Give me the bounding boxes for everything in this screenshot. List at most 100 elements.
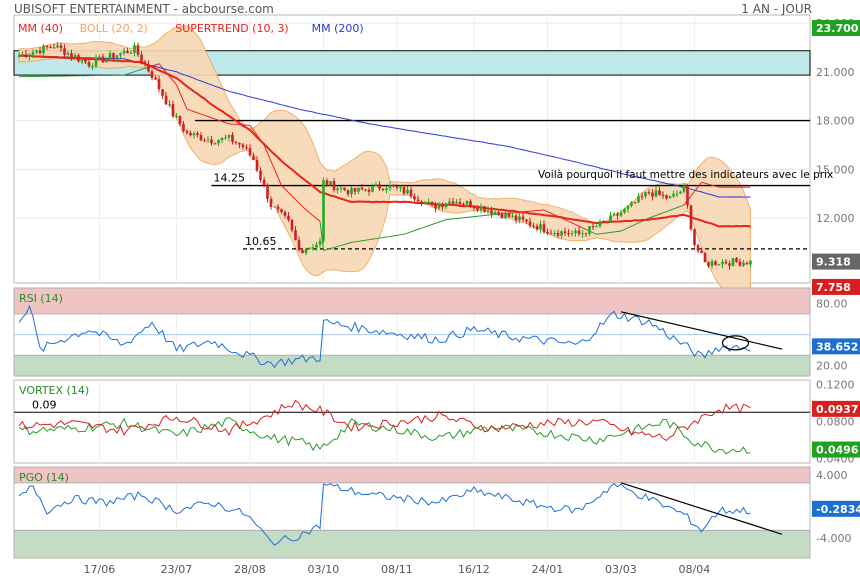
candle-body (707, 262, 710, 266)
candle-body (21, 54, 24, 56)
candle-body (122, 51, 126, 54)
candle-body (101, 56, 105, 63)
candle-body (143, 61, 147, 65)
candle-body (262, 179, 266, 185)
candle-body (451, 201, 455, 204)
x-tick-label: 03/10 (308, 563, 340, 576)
candle-body (224, 137, 227, 139)
candle-body (570, 233, 574, 235)
candle-body (388, 185, 392, 189)
candle-body (392, 185, 395, 187)
candle-body (738, 261, 742, 266)
candle-body (476, 207, 479, 211)
candle-body (542, 224, 546, 232)
x-tick-label: 08/04 (679, 563, 711, 576)
supertrend-segment (372, 238, 377, 240)
legend-item: MM (40) (18, 22, 63, 35)
candle-body (696, 245, 700, 251)
candle-body (521, 216, 525, 220)
candle-body (514, 215, 518, 221)
rsi-ytick: 20.00 (816, 360, 848, 373)
candle-body (469, 201, 472, 208)
candle-body (357, 187, 360, 192)
candle-body (297, 240, 301, 251)
pgo-ytick: 4.000 (816, 469, 848, 482)
candle-body (35, 50, 38, 53)
candle-body (640, 196, 644, 198)
candle-body (668, 196, 672, 199)
candle-body (728, 263, 731, 266)
candle-body (360, 187, 364, 190)
candle-body (301, 250, 304, 254)
candle-body (532, 225, 535, 227)
pgo-title: PGO (14) (19, 471, 69, 484)
candle-body (322, 180, 325, 241)
price-ytick: 12.000 (816, 212, 855, 225)
candle-body (154, 77, 157, 80)
candle-body (231, 134, 234, 142)
candle-body (472, 207, 476, 209)
candle-body (175, 115, 178, 117)
candle-body (70, 53, 73, 57)
candle-body (661, 194, 665, 196)
candle-body (462, 203, 465, 205)
vortex-ytick: 0.1200 (816, 379, 855, 392)
supertrend-segment (358, 240, 363, 242)
supertrend-segment (351, 241, 356, 243)
candle-body (539, 224, 542, 230)
candle-body (553, 233, 556, 235)
price-ytick: 18.000 (816, 115, 855, 128)
candle-body (108, 53, 112, 59)
candle-body (140, 54, 143, 62)
candle-body (479, 206, 483, 211)
candle-body (126, 51, 129, 54)
candle-body (665, 195, 668, 199)
candle-body (336, 188, 339, 190)
candle-body (182, 124, 185, 131)
candle-body (413, 196, 416, 200)
supertrend-segment (400, 233, 405, 236)
candle-body (602, 221, 605, 223)
candle-body (497, 212, 500, 214)
candle-body (294, 230, 297, 241)
candle-body (147, 64, 150, 72)
candle-body (535, 226, 539, 230)
candle-body (717, 264, 721, 266)
candle-body (206, 139, 210, 141)
pgo-oversold-band (13, 529, 811, 559)
candle-body (241, 144, 245, 148)
candle-body (584, 233, 588, 235)
candle-body (91, 66, 94, 68)
candle-body (430, 201, 434, 204)
candle-body (364, 189, 367, 191)
candle-body (168, 104, 171, 106)
candle-body (630, 202, 633, 206)
candle-body (588, 226, 591, 235)
candle-body (77, 55, 80, 62)
supertrend-segment (368, 238, 373, 241)
candle-body (395, 186, 399, 188)
candle-body (693, 229, 696, 246)
supertrend-segment (379, 237, 384, 239)
candle-body (245, 147, 248, 149)
candle-body (371, 185, 374, 192)
stock-chart: 24.00021.00018.00015.00012.00014.2510.65… (13, 14, 860, 576)
candle-body (458, 202, 462, 204)
candle-body (269, 198, 273, 207)
candle-body (220, 137, 224, 141)
candle-body (654, 190, 658, 197)
candle-body (714, 261, 717, 265)
candle-body (581, 233, 584, 235)
rsi-badge: 38.652 (816, 340, 858, 353)
candle-body (196, 133, 199, 136)
rsi-overbought-band (13, 287, 811, 315)
candle-body (672, 193, 675, 197)
candle-body (203, 140, 206, 142)
candle-body (136, 45, 140, 55)
supertrend-segment (386, 235, 391, 238)
pgo-overbought-band (13, 466, 811, 484)
candle-body (504, 213, 507, 219)
candle-body (332, 181, 336, 190)
x-tick-label: 28/08 (234, 563, 266, 576)
candle-body (647, 192, 651, 194)
